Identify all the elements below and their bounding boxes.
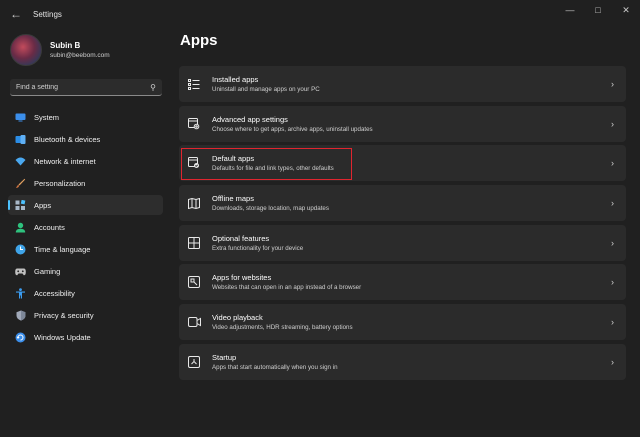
- page-title: Apps: [180, 32, 218, 49]
- sidebar-item-label: Personalization: [34, 178, 86, 188]
- sidebar-item-system[interactable]: System: [8, 107, 163, 127]
- card-installed-apps[interactable]: Installed apps Uninstall and manage apps…: [179, 66, 626, 102]
- sidebar-item-label: Accessibility: [34, 288, 75, 298]
- card-default-apps[interactable]: Default apps Defaults for file and link …: [179, 145, 626, 182]
- close-button[interactable]: ✕: [612, 0, 640, 20]
- chevron-right-icon: ›: [611, 198, 614, 209]
- card-subtitle: Uninstall and manage apps on your PC: [212, 86, 320, 93]
- startup-icon: [187, 355, 201, 369]
- sidebar-item-network[interactable]: Network & internet: [8, 151, 163, 171]
- avatar: [10, 34, 42, 66]
- sidebar-item-label: Accounts: [34, 222, 65, 232]
- sidebar-item-label: System: [34, 112, 60, 122]
- chevron-right-icon: ›: [611, 79, 614, 89]
- person-icon: [15, 222, 26, 233]
- accessibility-icon: [15, 287, 26, 299]
- card-title: Offline maps: [212, 194, 254, 204]
- gamepad-icon: [15, 266, 26, 277]
- card-video-playback[interactable]: Video playback Video adjustments, HDR st…: [179, 304, 626, 341]
- card-subtitle: Apps that start automatically when you s…: [212, 363, 338, 371]
- card-advanced-app-settings[interactable]: Advanced app settings Choose where to ge…: [179, 105, 626, 142]
- chevron-right-icon: ›: [611, 317, 614, 328]
- sidebar-item-label: Privacy & security: [34, 310, 94, 320]
- card-subtitle: Defaults for file and link types, other …: [212, 165, 334, 173]
- card-title: Apps for websites: [212, 273, 272, 283]
- user-profile[interactable]: Subin B subin@beebom.com: [10, 34, 110, 66]
- title-bar: ← Settings: [0, 0, 640, 28]
- chevron-right-icon: ›: [611, 158, 614, 169]
- list-icon: [187, 77, 201, 91]
- card-optional-features[interactable]: Optional features Extra functionality fo…: [179, 224, 626, 261]
- close-icon: ✕: [622, 4, 630, 15]
- sidebar-item-gaming[interactable]: Gaming: [8, 261, 163, 281]
- sidebar-item-label: Gaming: [34, 266, 61, 276]
- card-title: Advanced app settings: [212, 114, 288, 124]
- card-title: Installed apps: [212, 75, 259, 84]
- maximize-button[interactable]: □: [584, 0, 612, 20]
- card-subtitle: Websites that can open in an app instead…: [212, 284, 362, 292]
- wifi-icon: [15, 156, 26, 167]
- maximize-icon: □: [595, 5, 601, 15]
- card-subtitle: Video adjustments, HDR streaming, batter…: [212, 324, 353, 332]
- card-title: Video playback: [212, 313, 263, 323]
- chevron-right-icon: ›: [611, 118, 614, 129]
- window-title: Settings: [33, 9, 62, 19]
- sidebar-item-label: Windows Update: [34, 332, 91, 342]
- video-icon: [187, 315, 201, 329]
- sidebar-item-bluetooth[interactable]: Bluetooth & devices: [8, 129, 163, 149]
- card-title: Default apps: [212, 154, 255, 164]
- search-input[interactable]: [16, 83, 136, 91]
- sidebar-item-accounts[interactable]: Accounts: [8, 217, 163, 237]
- card-subtitle: Choose where to get apps, archive apps, …: [212, 125, 373, 133]
- chevron-right-icon: ›: [611, 277, 614, 288]
- sidebar-item-windows-update[interactable]: Windows Update: [8, 327, 163, 347]
- default-apps-icon: [187, 156, 201, 170]
- search-box[interactable]: ⚲: [10, 79, 162, 96]
- chevron-right-icon: ›: [611, 356, 614, 367]
- sidebar-item-personalization[interactable]: Personalization: [8, 173, 163, 193]
- card-apps-for-websites[interactable]: Apps for websites Websites that can open…: [179, 264, 626, 301]
- sidebar-item-time-language[interactable]: Time & language: [8, 239, 163, 259]
- web-app-icon: [187, 275, 201, 289]
- sidebar-item-accessibility[interactable]: Accessibility: [8, 283, 163, 303]
- back-button[interactable]: ←: [5, 3, 27, 25]
- card-title: Startup: [212, 352, 237, 362]
- brush-icon: [15, 178, 26, 189]
- shield-icon: [15, 310, 26, 321]
- chevron-right-icon: ›: [611, 237, 614, 248]
- minimize-icon: —: [565, 5, 575, 15]
- sidebar-item-label: Time & language: [34, 244, 91, 254]
- profile-name: Subin B: [50, 41, 81, 50]
- monitor-icon: [15, 112, 26, 123]
- update-icon: [15, 332, 26, 343]
- card-title: Optional features: [212, 233, 270, 243]
- bluetooth-icon: [15, 134, 26, 145]
- profile-email: subin@beebom.com: [50, 52, 110, 59]
- app-settings-icon: [187, 117, 201, 131]
- card-startup[interactable]: Startup Apps that start automatically wh…: [179, 343, 626, 380]
- globe-clock-icon: [15, 244, 26, 255]
- card-subtitle: Extra functionality for your device: [212, 244, 304, 252]
- sidebar-item-apps[interactable]: Apps: [8, 195, 163, 215]
- minimize-button[interactable]: —: [556, 0, 584, 20]
- card-subtitle: Downloads, storage location, map updates: [212, 205, 329, 213]
- search-icon[interactable]: ⚲: [150, 83, 156, 92]
- settings-list: Installed apps Uninstall and manage apps…: [179, 66, 626, 384]
- sidebar-item-privacy-security[interactable]: Privacy & security: [8, 305, 163, 325]
- sidebar-nav: System Bluetooth & devices Network & int…: [8, 107, 163, 349]
- map-icon: [187, 196, 201, 210]
- arrow-left-icon: ←: [10, 7, 22, 21]
- card-offline-maps[interactable]: Offline maps Downloads, storage location…: [179, 185, 626, 222]
- sidebar-item-label: Bluetooth & devices: [34, 134, 101, 144]
- sidebar-item-label: Apps: [34, 200, 52, 210]
- sidebar-item-label: Network & internet: [34, 156, 96, 166]
- window-controls: — □ ✕: [556, 0, 640, 20]
- apps-icon: [15, 199, 26, 211]
- features-icon: [187, 236, 201, 250]
